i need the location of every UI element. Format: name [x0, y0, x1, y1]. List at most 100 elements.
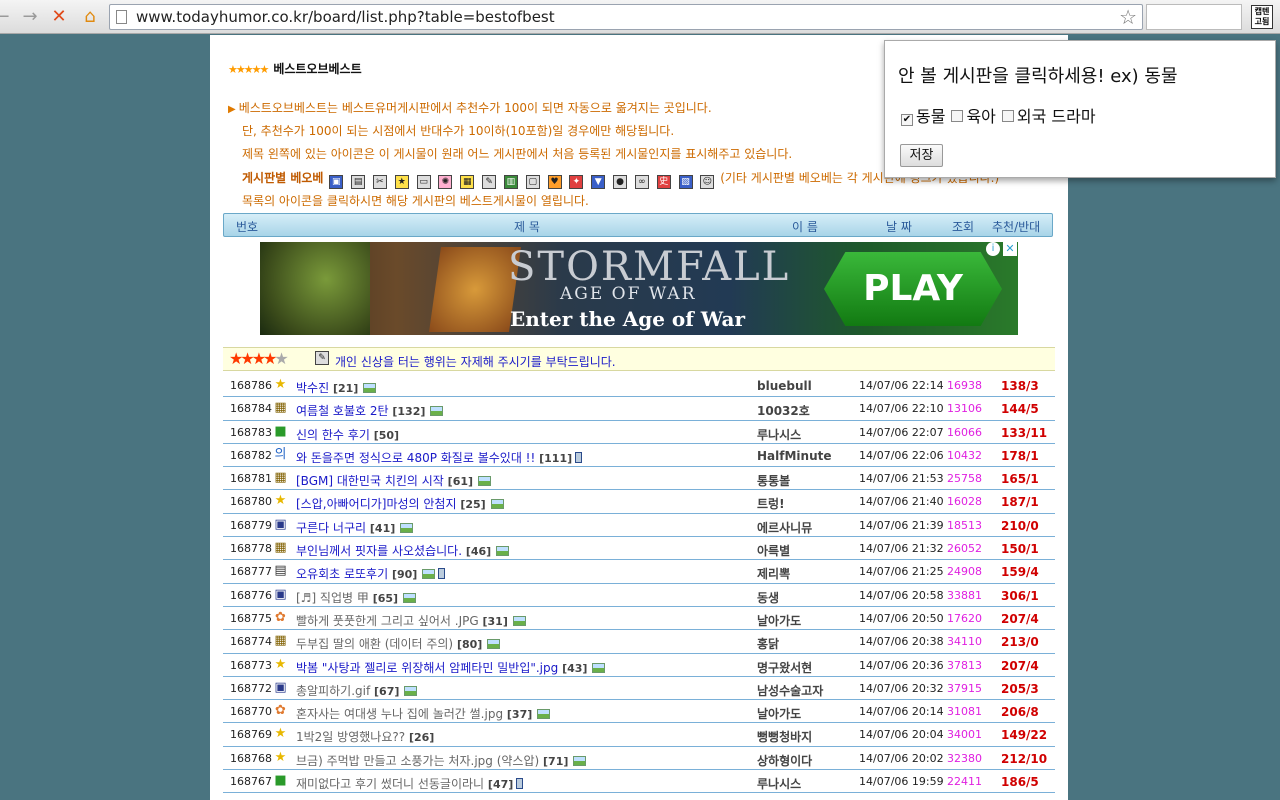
author-name[interactable]: 날아가도 [757, 705, 801, 722]
book-icon[interactable]: ▧ [678, 175, 693, 189]
author-name[interactable]: 동생 [757, 589, 779, 606]
board-icon[interactable]: ▦ [273, 540, 288, 555]
post-title-text[interactable]: 박봄 "사탕과 젤리로 위장해서 암페타민 밀반입".jpg [296, 661, 558, 675]
post-title-text[interactable]: 와 돈을주면 정식으로 480P 화질로 볼수있대 !! [296, 451, 535, 465]
post-title-link[interactable]: 총알피하기.gif [67] [296, 682, 418, 699]
board-filter-option[interactable]: 육아 [951, 103, 996, 127]
table-row[interactable]: 168781 ▦ [BGM] 대한민국 치킨의 시작 [61] 통통볼 14/07/06… [223, 467, 1055, 491]
ad-play-button[interactable]: PLAY [824, 252, 1002, 326]
notice-row[interactable]: ★★★★★ ✎ 개인 신상을 터는 행위는 자제해 주시기를 부탁드립니다. [223, 347, 1055, 371]
stop-icon[interactable]: ✕ [49, 6, 69, 28]
author-name[interactable]: 상하형이다 [757, 752, 812, 769]
post-title-text[interactable]: 두부집 딸의 애환 (데이터 주의) [296, 637, 453, 651]
table-row[interactable]: 168778 ▦ 부인님께서 핏자를 사오셨습니다. [46] 아륵별 14/07/06… [223, 537, 1055, 561]
board-icon[interactable]: ■ [273, 424, 288, 439]
board-filter-option[interactable]: 외국 드라마 [1001, 103, 1096, 127]
checkbox[interactable]: ✔ [901, 114, 913, 126]
author-name[interactable]: bluebull [757, 379, 812, 393]
post-title-link[interactable]: 브금) 주먹밥 만들고 소풍가는 처자.jpg (약스압) [71] [296, 752, 587, 769]
extension-icon[interactable]: 캡텐 고됨 [1251, 5, 1273, 29]
memo-icon[interactable]: ▤ [351, 175, 366, 189]
post-title-link[interactable]: 두부집 딸의 애환 (데이터 주의) [80] [296, 635, 501, 652]
board-icon[interactable]: ▦ [273, 400, 288, 415]
post-title-text[interactable]: 빨하게 풋풋한게 그리고 싶어서 .JPG [296, 614, 479, 628]
address-bar[interactable]: www.todayhumor.co.kr/board/list.php?tabl… [109, 4, 1143, 30]
post-title-text[interactable]: 구른다 너구리 [296, 521, 366, 535]
save-button[interactable]: 저장 [900, 144, 943, 167]
author-name[interactable]: 아륵별 [757, 542, 790, 559]
film-icon[interactable]: ▥ [503, 175, 518, 189]
tie-icon[interactable]: ▼ [591, 175, 606, 189]
forward-icon[interactable]: → [20, 6, 40, 28]
post-title-text[interactable]: 오유회초 로또후기 [296, 567, 388, 581]
table-row[interactable]: 168770 ✿ 혼자사는 여대생 누나 집에 놀러간 썰.jpg [37] 날아가도… [223, 700, 1055, 724]
author-name[interactable]: 홍닭 [757, 635, 779, 652]
post-title-text[interactable]: 재미없다고 후기 썼더니 선동글이라니 [296, 777, 484, 791]
board-icon[interactable]: ■ [273, 773, 288, 788]
post-title-text[interactable]: 혼자사는 여대생 누나 집에 놀러간 썰.jpg [296, 707, 503, 721]
checkbox[interactable] [951, 110, 964, 122]
table-row[interactable]: 168777 ▤ 오유회초 로또후기 [90] 제리뽁 14/07/06 21:25 24… [223, 560, 1055, 584]
table-row[interactable]: 168774 ▦ 두부집 딸의 애환 (데이터 주의) [80] 홍닭 14/07/06… [223, 630, 1055, 654]
post-title-link[interactable]: 부인님께서 핏자를 사오셨습니다. [46] [296, 542, 510, 559]
post-title-link[interactable]: 혼자사는 여대생 누나 집에 놀러간 썰.jpg [37] [296, 705, 551, 722]
post-title-text[interactable]: 1박2일 방영했나요?? [296, 730, 405, 744]
table-row[interactable]: 168772 ▣ 총알피하기.gif [67] 남성수술고자 14/07/06 20:3… [223, 677, 1055, 701]
history-icon[interactable]: 史 [656, 175, 671, 189]
table-row[interactable]: 168773 ★ 박봄 "사탕과 젤리로 위장해서 암페타민 밀반입".jpg [4… [223, 654, 1055, 677]
post-title-text[interactable]: 총알피하기.gif [296, 684, 370, 698]
table-row[interactable]: 168768 ★ 브금) 주먹밥 만들고 소풍가는 처자.jpg (약스압) [71… [223, 747, 1055, 771]
table-row[interactable]: 168779 ▣ 구른다 너구리 [41] 에르사니뮤 14/07/06 21:39 18… [223, 514, 1055, 538]
post-title-link[interactable]: 1박2일 방영했나요?? [26] [296, 728, 434, 745]
post-title-text[interactable]: 신의 한수 후기 [296, 428, 370, 442]
author-name[interactable]: HalfMinute [757, 449, 832, 463]
post-title-text[interactable]: [♬] 직업병 甲 [296, 591, 369, 605]
board-icon[interactable]: ★ [273, 657, 288, 672]
post-title-text[interactable]: 박수진 [296, 381, 329, 395]
board-icon[interactable]: ★ [273, 493, 288, 508]
author-name[interactable]: 명구왔서현 [757, 659, 812, 676]
board-icon[interactable]: ★ [273, 377, 288, 392]
home-icon[interactable]: ⌂ [79, 6, 101, 28]
board-icon[interactable]: ▦ [273, 470, 288, 485]
palette-icon[interactable]: ✦ [569, 175, 584, 189]
soccer-icon[interactable]: ● [613, 175, 628, 189]
board-icon[interactable]: ▣ [273, 680, 288, 695]
table-row[interactable]: 168786 ★ 박수진 [21] bluebull 14/07/06 22:14 169… [223, 374, 1055, 398]
post-title-link[interactable]: 빨하게 풋풋한게 그리고 싶어서 .JPG [31] [296, 612, 526, 629]
post-title-text[interactable]: 여름철 호불호 2탄 [296, 404, 389, 418]
author-name[interactable]: 날아가도 [757, 612, 801, 629]
board-icon[interactable]: ★ [273, 726, 288, 741]
table-row[interactable]: 168776 ▣ [♬] 직업병 甲 [65] 동생 14/07/06 20:58 338… [223, 584, 1055, 607]
post-title-link[interactable]: 오유회초 로또후기 [90] [296, 565, 446, 582]
ad-close-icon[interactable]: ✕ [1003, 242, 1017, 256]
extension-input-area[interactable] [1146, 4, 1242, 30]
board-icon[interactable]: ▦ [273, 633, 288, 648]
post-title-link[interactable]: [♬] 직업병 甲 [65] [296, 589, 417, 606]
post-title-link[interactable]: [스압,아빠어디가]마성의 안첨지 [25] [296, 495, 504, 512]
post-title-link[interactable]: 신의 한수 후기 [50] [296, 426, 399, 443]
ad-banner[interactable]: STORMFALL AGE OF WAR Enter the Age of Wa… [260, 242, 1018, 335]
table-row[interactable]: 168769 ★ 1박2일 방영했나요?? [26] 뻥뻥청바지 14/07/06 20… [223, 723, 1055, 747]
post-title-link[interactable]: [BGM] 대한민국 치킨의 시작 [61] [296, 472, 492, 489]
author-name[interactable]: 남성수술고자 [757, 682, 823, 699]
author-name[interactable]: 트렁! [757, 495, 785, 512]
back-icon[interactable]: ← [0, 6, 10, 28]
author-name[interactable]: 10032호 [757, 402, 810, 419]
author-name[interactable]: 루나시스 [757, 426, 801, 443]
skull-icon[interactable]: ☺ [700, 175, 715, 189]
post-title-link[interactable]: 와 돈을주면 정식으로 480P 화질로 볼수있대 !! [111] [296, 449, 583, 466]
post-title-link[interactable]: 박수진 [21] [296, 379, 377, 396]
monitor-icon[interactable]: ▢ [525, 175, 540, 189]
floppy-icon[interactable]: ▣ [329, 175, 344, 189]
post-title-link[interactable]: 박봄 "사탕과 젤리로 위장해서 암페타민 밀반입".jpg [43] [296, 659, 606, 676]
post-title-link[interactable]: 여름철 호불호 2탄 [132] [296, 402, 444, 419]
board-icon[interactable]: ▣ [273, 587, 288, 602]
board-icon[interactable]: ✿ [273, 703, 288, 718]
bookmark-star-icon[interactable]: ☆ [1119, 5, 1137, 29]
post-title-text[interactable]: [스압,아빠어디가]마성의 안첨지 [296, 497, 457, 511]
author-name[interactable]: 뻥뻥청바지 [757, 728, 812, 745]
board-filter-option[interactable]: ✔ 동물 [901, 103, 945, 127]
notice-text[interactable]: 개인 신상을 터는 행위는 자제해 주시기를 부탁드립니다. [335, 353, 616, 370]
heart-icon[interactable]: ♥ [547, 175, 562, 189]
